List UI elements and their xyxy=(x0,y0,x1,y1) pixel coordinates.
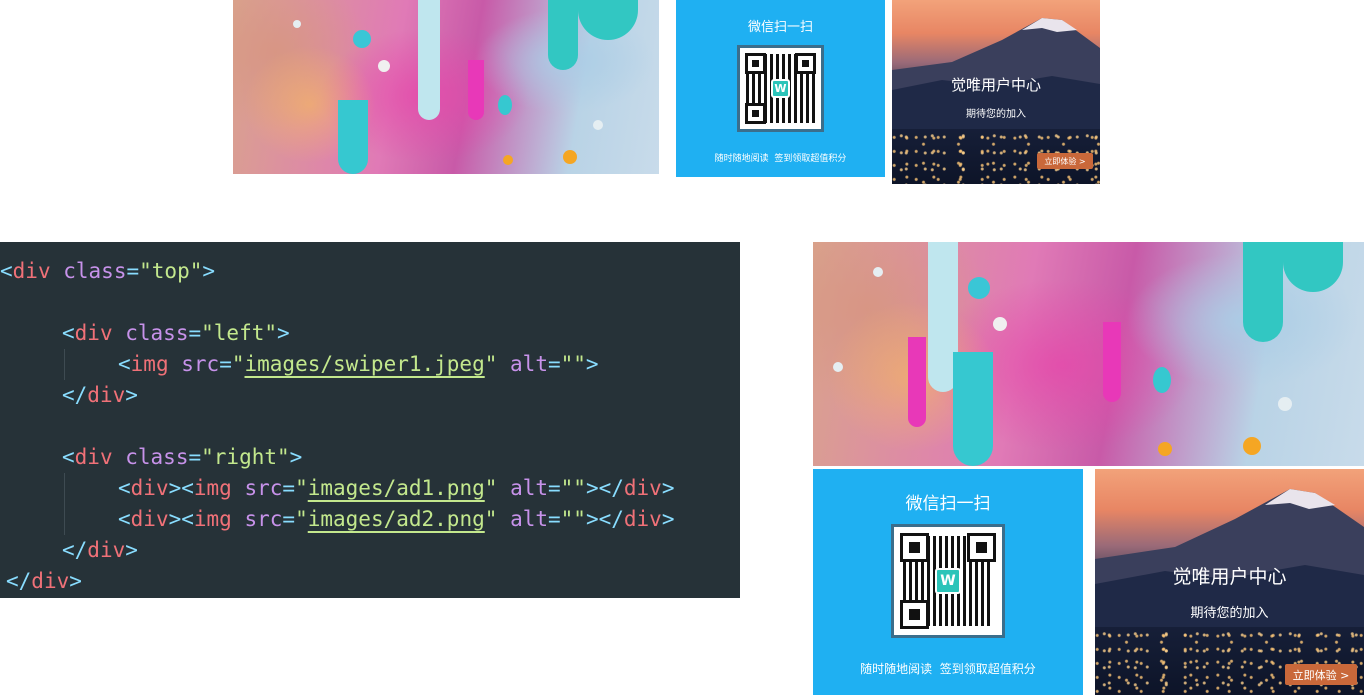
try-now-button[interactable]: 立即体验 > xyxy=(1037,153,1093,169)
qr-ad-caption: 随时随地阅读 签到领取超值积分 xyxy=(714,154,847,164)
code-line: </div> xyxy=(6,569,82,593)
qr-ad-title: 微信扫一扫 xyxy=(747,20,813,35)
user-center-ad[interactable]: 觉唯用户中心 期待您的加入 立即体验 > xyxy=(892,0,1100,184)
code-line: <div><img src="images/ad2.png" alt=""></… xyxy=(0,504,740,535)
image-path-link[interactable]: images/ad1.png xyxy=(308,476,485,500)
image-path-link[interactable]: images/swiper1.jpeg xyxy=(245,352,485,376)
qr-logo-icon: W xyxy=(935,568,961,594)
code-line: </div> xyxy=(62,538,138,562)
qr-logo-icon: W xyxy=(770,78,791,99)
top-preview: 微信扫一扫 W 随时随地阅读 签到领取超值积分 觉唯用户中心 期待您的加入 立即… xyxy=(233,0,1100,184)
user-center-title: 觉唯用户中心 xyxy=(950,76,1041,94)
swiper-banner-image xyxy=(813,242,1364,466)
code-line: <div class="left"> xyxy=(62,321,290,345)
qr-code-ad[interactable]: 微信扫一扫 W 随时随地阅读 签到领取超值积分 xyxy=(813,469,1083,695)
qr-code-image: W xyxy=(891,524,1005,638)
user-center-title: 觉唯用户中心 xyxy=(1172,566,1287,588)
swiper-banner-image xyxy=(233,0,659,174)
qr-ad-caption: 随时随地阅读 签到领取超值积分 xyxy=(860,662,1036,676)
qr-code-image: W xyxy=(737,45,824,132)
user-center-subtitle: 期待您的加入 xyxy=(966,109,1026,120)
code-line: <div class="top"> xyxy=(0,259,216,283)
code-line: <div><img src="images/ad1.png" alt=""></… xyxy=(0,473,740,504)
qr-code-ad[interactable]: 微信扫一扫 W 随时随地阅读 签到领取超值积分 xyxy=(676,0,885,177)
image-path-link[interactable]: images/ad2.png xyxy=(308,507,485,531)
code-editor: <div class="top"> <div class="left"> <im… xyxy=(0,242,740,598)
code-line: <img src="images/swiper1.jpeg" alt=""> xyxy=(0,349,740,380)
side-preview: 微信扫一扫 W 随时随地阅读 签到领取超值积分 觉唯用户中心 期待您的加入 立即… xyxy=(813,242,1364,695)
code-line: <div class="right"> xyxy=(62,445,303,469)
user-center-ad[interactable]: 觉唯用户中心 期待您的加入 立即体验 > xyxy=(1095,469,1364,695)
qr-ad-title: 微信扫一扫 xyxy=(905,494,991,514)
code-line: </div> xyxy=(62,383,138,407)
user-center-subtitle: 期待您的加入 xyxy=(1190,606,1269,621)
try-now-button[interactable]: 立即体验 > xyxy=(1285,664,1357,685)
